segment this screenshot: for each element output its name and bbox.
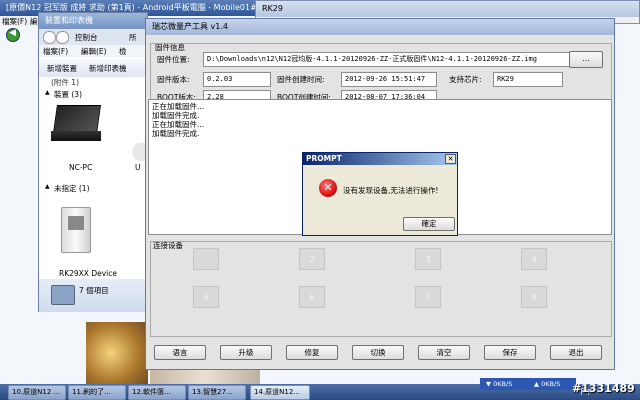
devices-window: 裝置和印表機 控制台 所 檔案(F) 編輯(E) 檢 新增裝置 新增印表機 (附…	[38, 12, 149, 312]
section-unspecified: 未指定 (1)	[54, 184, 90, 193]
language-button[interactable]: 语言	[154, 345, 206, 360]
device-slot-8: 8	[521, 286, 547, 308]
label-chip: 支持芯片:	[449, 75, 482, 84]
net-down-value: 0KB/S	[493, 380, 513, 388]
device-slot-6: 6	[299, 286, 325, 308]
log-line: 加载固件完成.	[152, 129, 200, 138]
devices-menu-view[interactable]: 檢	[119, 46, 127, 57]
up-arrow-icon: ▲	[534, 380, 539, 388]
fw-version-field: 0.2.03	[203, 72, 271, 87]
taskbar-item-5[interactable]: 14.原道N12...	[250, 385, 310, 400]
rk29-title-bar: RK29	[256, 1, 639, 17]
net-speed-down: ▼ 0KB/S	[480, 378, 528, 390]
prompt-message: 没有发现设备,无法进行操作!	[343, 186, 439, 195]
tool-title-bar: 瑞芯微量产工具 v1.4	[146, 19, 614, 35]
chip-field: RK29	[493, 72, 563, 87]
devices-menu-file[interactable]: 檔案(F)	[43, 46, 68, 57]
ok-button[interactable]: 確定	[403, 217, 455, 231]
firmware-group-title: 固件信息	[155, 43, 185, 52]
prompt-title-bar: PROMPT	[303, 153, 457, 165]
device-slot-2: 2	[299, 248, 325, 270]
device-slot-3: 3	[415, 248, 441, 270]
section-devices: 裝置 (3)	[54, 90, 83, 99]
label-fw-location: 固件位置:	[157, 55, 190, 64]
net-speed-up: ▲ 0KB/S	[528, 378, 576, 390]
close-icon: ✕	[447, 155, 454, 163]
devices-title-bar: 裝置和印表機	[39, 13, 147, 29]
device-label-rk29: RK29XX Device	[59, 269, 117, 278]
exit-button[interactable]: 退出	[550, 345, 602, 360]
device-group: 连接设备 2 3 4 5 6 7 8	[150, 241, 612, 337]
prompt-dialog: PROMPT ✕ ✕ 没有发现设备,无法进行操作! 確定	[302, 152, 458, 236]
add-printer-button[interactable]: 新增印表機	[89, 63, 127, 74]
devices-menu-edit[interactable]: 編輯(E)	[81, 46, 107, 57]
devices-window-title: 裝置和印表機	[45, 16, 93, 25]
log-line: 加载固件完成.	[152, 111, 200, 120]
collapse-unspecified-icon[interactable]: ▲	[45, 183, 50, 190]
browser-menu-edit[interactable]: 編	[30, 16, 38, 27]
log-line: 正在加载固件...	[152, 120, 205, 129]
nav-forward-icon[interactable]	[56, 31, 69, 44]
fw-time-field: 2012-09-26 15:51:47	[341, 72, 437, 87]
device-group-title: 连接设备	[153, 241, 183, 250]
down-arrow-icon: ▼	[486, 380, 491, 388]
status-bar: 7 個項目	[39, 279, 149, 312]
browser-back-button[interactable]: ◀	[6, 28, 20, 42]
label-fw-version: 固件版本:	[157, 75, 190, 84]
browse-button[interactable]: ...	[569, 51, 603, 68]
taskbar-item-1[interactable]: 10.原道N12 ...	[8, 385, 66, 400]
prompt-close-button[interactable]: ✕	[445, 154, 456, 164]
address-control-panel[interactable]: 控制台	[75, 32, 98, 43]
address-more[interactable]: 所	[129, 32, 137, 43]
rk29-window-title: RK29	[262, 4, 283, 13]
cut-row-label: (附件 1)	[51, 78, 80, 87]
watermark: #1331489	[572, 382, 635, 395]
items-count: 7 個項目	[79, 286, 109, 295]
clear-button[interactable]: 清空	[418, 345, 470, 360]
devices-address-bar: 控制台 所	[39, 29, 149, 45]
laptop-icon[interactable]	[51, 105, 101, 147]
browser-title: [原價N12 冠军版 成將 求助 (第1頁) - Android平板電腦 - M…	[6, 3, 288, 12]
repair-button[interactable]: 修复	[286, 345, 338, 360]
tool-window-title: 瑞芯微量产工具 v1.4	[152, 22, 228, 31]
devices-command-bar: 新增裝置 新增印表機	[39, 59, 149, 77]
taskbar-item-2[interactable]: 11.刷的了...	[68, 385, 126, 400]
browser-menu-file[interactable]: 檔案(F)	[2, 16, 27, 27]
fw-location-field: D:\Downloads\n12\N12冠均版-4.1.1-20120926-Z…	[203, 52, 571, 67]
rk29-device-icon[interactable]	[61, 207, 91, 253]
nav-back-icon[interactable]	[43, 31, 56, 44]
devices-menu-bar: 檔案(F) 編輯(E) 檢	[39, 45, 149, 57]
save-button[interactable]: 保存	[484, 345, 536, 360]
back-arrow-icon: ◀	[9, 28, 16, 38]
printer-icon	[51, 285, 75, 305]
prompt-title: PROMPT	[306, 154, 342, 163]
taskbar-item-4[interactable]: 13.智慧27...	[188, 385, 246, 400]
device-slot-7: 7	[415, 286, 441, 308]
upgrade-button[interactable]: 升级	[220, 345, 272, 360]
add-device-button[interactable]: 新增裝置	[47, 63, 77, 74]
photo-thumbnail	[86, 322, 148, 384]
collapse-devices-icon[interactable]: ▲	[45, 89, 50, 96]
log-line: 正在加载固件...	[152, 102, 205, 111]
taskbar-item-3[interactable]: 12.軟件匯...	[128, 385, 186, 400]
device-label-nc-pc: NC-PC	[69, 163, 93, 172]
error-icon: ✕	[319, 179, 337, 197]
device-slot-5: 5	[193, 286, 219, 308]
switch-button[interactable]: 切换	[352, 345, 404, 360]
device-slot-4: 4	[521, 248, 547, 270]
device-slot-1	[193, 248, 219, 270]
label-fw-time: 固件创建时间:	[277, 75, 325, 84]
device-label-u: U	[135, 163, 141, 172]
net-up-value: 0KB/S	[541, 380, 561, 388]
